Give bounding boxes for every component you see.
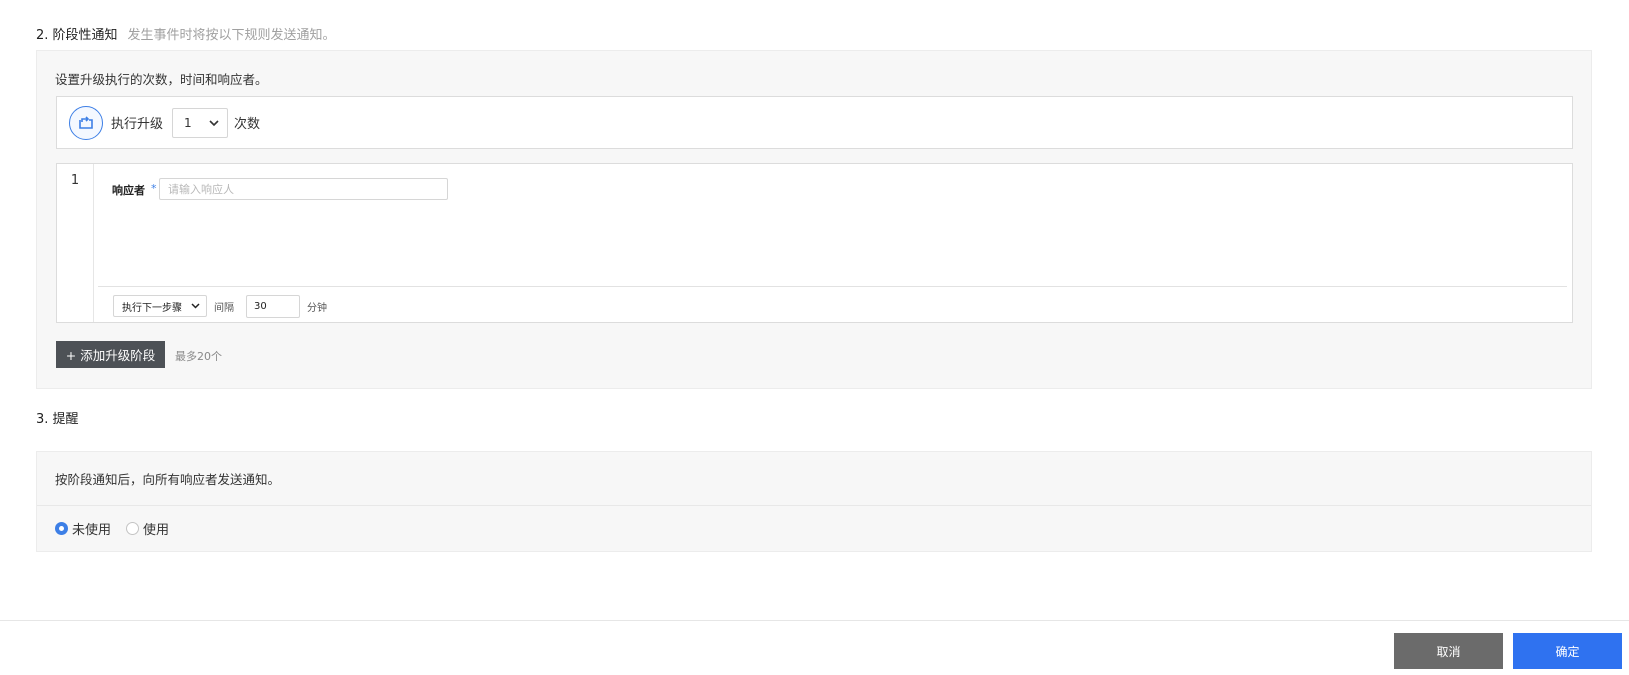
stage-number-column: 1 (57, 164, 94, 322)
stage-panel-description: 设置升级执行的次数，时间和响应者。 (55, 72, 268, 87)
remind-panel: 按阶段通知后，向所有响应者发送通知。 未使用 使用 (36, 451, 1592, 552)
chevron-down-icon (191, 301, 200, 312)
footer-divider (0, 620, 1629, 621)
radio-not-used[interactable] (55, 522, 68, 535)
count-unit-label: 次数 (234, 117, 261, 132)
confirm-button[interactable]: 确定 (1513, 633, 1622, 669)
add-stage-button[interactable]: + 添加升级阶段 (56, 341, 165, 368)
exec-escalation-label: 执行升级 (111, 117, 164, 132)
escalate-loop-icon (69, 105, 103, 140)
remind-description: 按阶段通知后，向所有响应者发送通知。 (37, 452, 1591, 506)
interval-label: 间隔 (214, 303, 234, 314)
section-title: 2. 阶段性通知 (36, 28, 118, 43)
card-divider (98, 286, 1567, 287)
radio-not-used-label[interactable]: 未使用 (72, 519, 111, 538)
section-title: 3. 提醒 (36, 412, 79, 427)
stage-card: 1 响应者 * 执行下一步骤 间隔 分钟 (56, 163, 1573, 323)
next-step-select[interactable]: 执行下一步骤 (113, 295, 207, 317)
stage-number: 1 (70, 173, 80, 188)
interval-input[interactable] (246, 295, 300, 318)
add-stage-limit: 最多20个 (175, 350, 222, 363)
radio-used-label[interactable]: 使用 (143, 519, 169, 538)
next-step-value: 执行下一步骤 (122, 302, 182, 314)
escalation-count-row: 执行升级 1 次数 (56, 96, 1573, 149)
chevron-down-icon (209, 116, 219, 130)
section-description: 发生事件时将按以下规则发送通知。 (127, 28, 336, 43)
required-mark: * (151, 182, 157, 195)
escalation-count-select[interactable]: 1 (172, 107, 229, 138)
remind-description-text: 按阶段通知后，向所有响应者发送通知。 (55, 472, 281, 487)
radio-used[interactable] (126, 522, 140, 535)
remind-radio-group: 未使用 使用 (55, 519, 184, 538)
minute-label: 分钟 (307, 303, 327, 314)
stage-section-header: 2. 阶段性通知 发生事件时将按以下规则发送通知。 (36, 24, 336, 43)
escalation-count-value: 1 (184, 115, 192, 130)
responder-input[interactable] (159, 178, 448, 200)
stage-panel: 设置升级执行的次数，时间和响应者。 执行升级 1 次数 1 响应者 * 执行下一… (36, 50, 1592, 389)
remind-section-header: 3. 提醒 (36, 408, 79, 427)
responder-label: 响应者 (112, 184, 145, 197)
cancel-button[interactable]: 取消 (1394, 633, 1503, 669)
